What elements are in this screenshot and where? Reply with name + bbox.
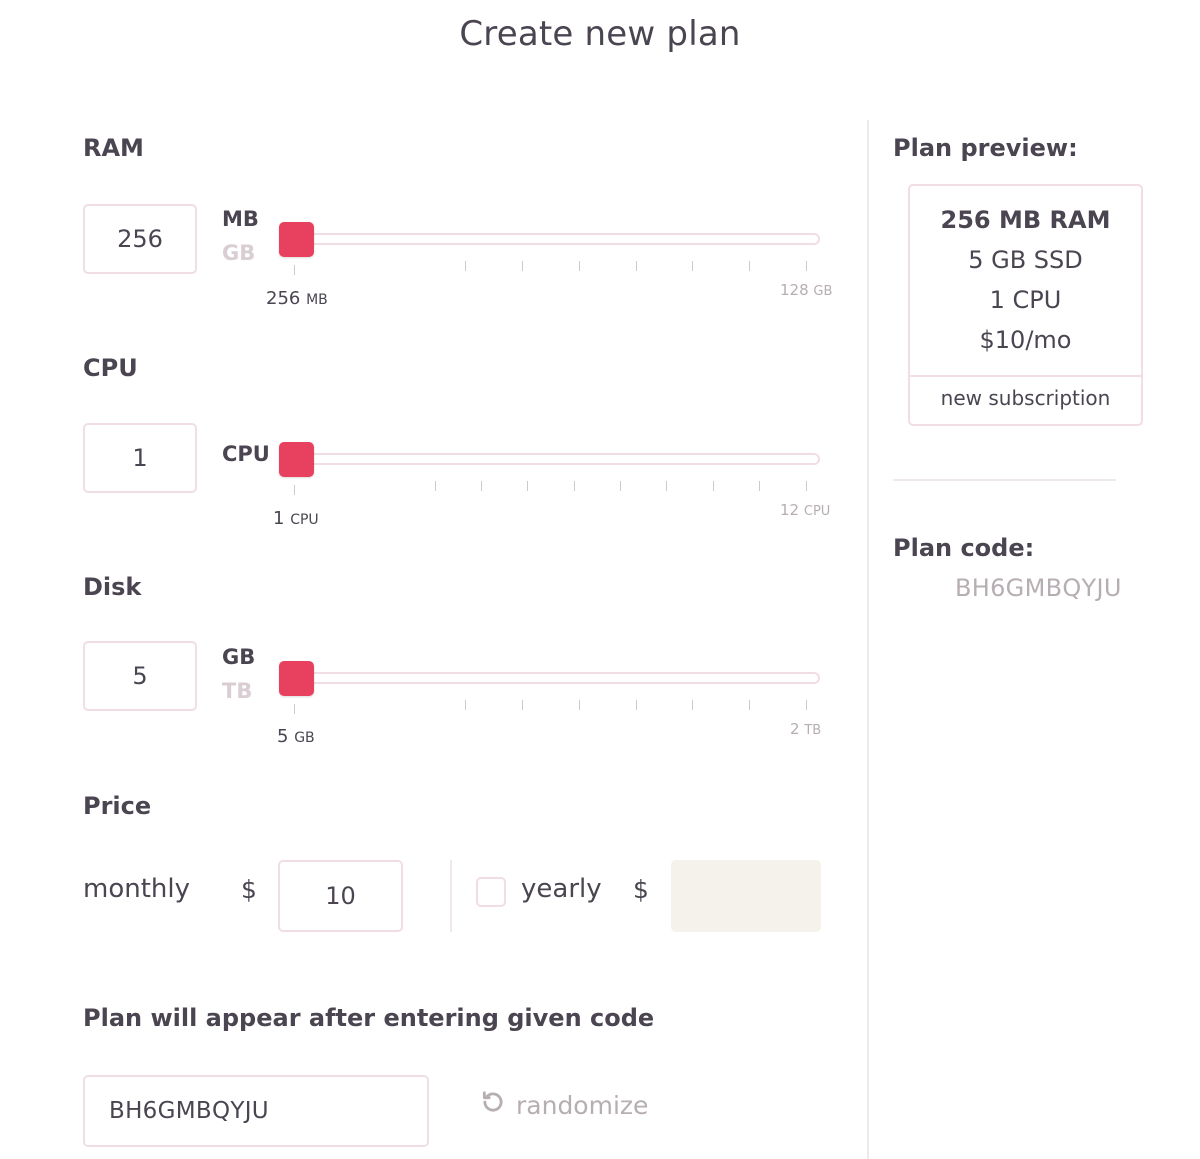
cpu-label: CPU: [83, 354, 138, 382]
page-title: Create new plan: [459, 14, 741, 54]
cpu-tick: [481, 481, 482, 491]
disk-unit-tb[interactable]: TB: [222, 679, 252, 703]
refresh-icon: [480, 1089, 516, 1121]
plan-code-input[interactable]: BH6GMBQYJU: [83, 1075, 429, 1147]
preview-ram: 256 MB RAM: [940, 206, 1111, 234]
cpu-slider-track[interactable]: [293, 453, 820, 465]
sidebar-separator: [893, 479, 1116, 481]
cpu-tick: [713, 481, 714, 491]
ram-tick: [294, 265, 295, 275]
ram-label: RAM: [83, 134, 144, 162]
disk-tick: [692, 700, 693, 710]
disk-tick: [465, 700, 466, 710]
monthly-price-input[interactable]: 10: [278, 860, 403, 932]
disk-label: Disk: [83, 573, 142, 601]
randomize-button[interactable]: randomize: [480, 1089, 648, 1121]
cpu-value-input[interactable]: 1: [83, 423, 197, 493]
ram-slider-thumb[interactable]: [279, 222, 314, 257]
price-label: Price: [83, 792, 152, 820]
disk-slider-thumb[interactable]: [279, 661, 314, 696]
disk-tick: [636, 700, 637, 710]
preview-cpu: 1 CPU: [989, 286, 1062, 314]
ram-tick: [636, 261, 637, 271]
yearly-checkbox[interactable]: [476, 877, 506, 907]
disk-tick: [522, 700, 523, 710]
ram-unit-gb[interactable]: GB: [222, 241, 255, 265]
preview-divider: [910, 375, 1141, 377]
monthly-currency: $: [241, 875, 257, 904]
plan-code-label: Plan code:: [893, 534, 1035, 562]
plan-code-value: BH6GMBQYJU: [955, 574, 1122, 602]
code-heading: Plan will appear after entering given co…: [83, 1004, 655, 1032]
ram-slider-track[interactable]: [293, 233, 820, 245]
disk-slider-track[interactable]: [293, 672, 820, 684]
ram-tick: [465, 261, 466, 271]
cpu-tick: [294, 485, 295, 495]
yearly-price-input[interactable]: [671, 860, 821, 932]
ram-value-input[interactable]: 256: [83, 204, 197, 274]
cpu-tick: [666, 481, 667, 491]
sidebar-divider: [867, 120, 869, 1159]
plan-preview-label: Plan preview:: [893, 134, 1078, 162]
ram-tick: [806, 261, 807, 271]
ram-min-label: 256 MB: [266, 288, 328, 309]
disk-unit-gb[interactable]: GB: [222, 645, 255, 669]
preview-disk: 5 GB SSD: [968, 246, 1083, 274]
disk-tick: [749, 700, 750, 710]
cpu-tick: [806, 481, 807, 491]
cpu-min-label: 1 CPU: [273, 508, 319, 529]
disk-tick: [806, 700, 807, 710]
price-divider: [450, 860, 452, 932]
preview-price: $10/mo: [979, 326, 1072, 354]
disk-max-label: 2 TB: [790, 720, 822, 738]
cpu-tick: [620, 481, 621, 491]
create-plan-page: Create new plan RAM 256 MB GB 256 MB 128…: [0, 0, 1200, 1159]
ram-unit-mb[interactable]: MB: [222, 207, 259, 231]
cpu-tick: [435, 481, 436, 491]
disk-min-label: 5 GB: [277, 726, 315, 747]
ram-tick: [749, 261, 750, 271]
ram-max-label: 128 GB: [780, 281, 833, 299]
ram-tick: [579, 261, 580, 271]
ram-tick: [692, 261, 693, 271]
disk-tick: [579, 700, 580, 710]
ram-tick: [522, 261, 523, 271]
disk-value-input[interactable]: 5: [83, 641, 197, 711]
cpu-max-label: 12 CPU: [780, 501, 831, 519]
monthly-label: monthly: [83, 874, 190, 904]
cpu-tick: [574, 481, 575, 491]
cpu-tick: [759, 481, 760, 491]
randomize-label: randomize: [516, 1090, 649, 1120]
yearly-currency: $: [633, 875, 649, 904]
disk-tick: [294, 704, 295, 714]
yearly-label: yearly: [521, 874, 602, 904]
plan-preview-card: 256 MB RAM 5 GB SSD 1 CPU $10/mo new sub…: [908, 184, 1143, 426]
cpu-unit: CPU: [222, 442, 270, 466]
preview-subscription-label: new subscription: [940, 386, 1111, 410]
cpu-tick: [527, 481, 528, 491]
cpu-slider-thumb[interactable]: [279, 442, 314, 477]
